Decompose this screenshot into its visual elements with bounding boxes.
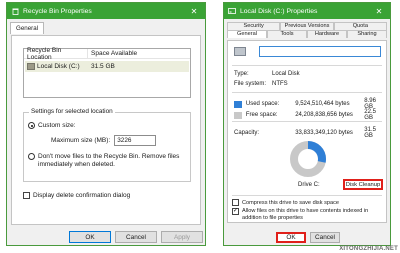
- ok-button[interactable]: OK: [69, 231, 111, 243]
- type-label: Type:: [234, 71, 249, 77]
- general-panel: Type: Local Disk File system: NTFS Used …: [227, 40, 387, 223]
- type-row: Type: Local Disk: [234, 71, 300, 77]
- window-title: Local Disk (C:) Properties: [240, 7, 318, 15]
- index-checkbox[interactable]: [232, 207, 239, 215]
- confirm-dialog-option[interactable]: Display delete confirmation dialog: [23, 192, 130, 199]
- recycle-bin-icon: [11, 8, 19, 15]
- drive-label: Drive C:: [298, 182, 320, 188]
- settings-group: Settings for selected location Custom si…: [23, 108, 191, 182]
- capacity-label: Capacity:: [234, 130, 260, 136]
- divider: [232, 65, 382, 66]
- filesystem-row: File system: NTFS: [234, 81, 288, 87]
- capacity-row: Capacity: 33,833,349,120 bytes 31.5 GB: [234, 127, 386, 139]
- tab-quota[interactable]: Quota: [333, 22, 387, 30]
- free-swatch: [234, 111, 242, 119]
- custom-size-option[interactable]: Custom size:: [28, 122, 76, 129]
- custom-size-label: Custom size:: [38, 122, 76, 129]
- tab-row-top: Security Previous Versions Quota: [227, 22, 387, 30]
- drive-icon: [228, 8, 236, 15]
- compress-option[interactable]: Compress this drive to save disk space: [232, 199, 339, 206]
- tab-hardware[interactable]: Hardware: [307, 30, 347, 38]
- max-size-label: Maximum size (MB):: [51, 137, 111, 144]
- capacity-gb: 31.5 GB: [364, 127, 376, 139]
- compress-checkbox[interactable]: [232, 199, 239, 206]
- cancel-button[interactable]: Cancel: [115, 231, 157, 243]
- free-label: Free space:: [245, 112, 278, 118]
- apply-button[interactable]: Apply: [161, 231, 203, 243]
- list-item[interactable]: Local Disk (C:) 31.5 GB: [25, 61, 189, 72]
- dont-move-option[interactable]: Don't move files to the Recycle Bin. Rem…: [28, 153, 188, 169]
- local-disk-properties-window: Local Disk (C:) Properties ✕ Security Pr…: [223, 2, 391, 246]
- max-size-row: Maximum size (MB): 3226: [51, 135, 157, 146]
- close-icon[interactable]: ✕: [187, 5, 201, 17]
- column-header-location[interactable]: Recycle Bin Location: [24, 47, 88, 61]
- close-icon[interactable]: ✕: [372, 5, 386, 17]
- tab-general[interactable]: General: [227, 30, 267, 38]
- dialog-buttons: OK Cancel: [276, 232, 340, 243]
- location-text: Local Disk (C:): [37, 63, 80, 70]
- watermark: XITONGZHIJIA.NET: [339, 246, 398, 252]
- dialog-buttons: OK Cancel Apply: [69, 231, 203, 243]
- index-label: Allow files on this drive to have conten…: [242, 208, 369, 221]
- tab-row-bottom: General Tools Hardware Sharing: [227, 30, 387, 38]
- location-list[interactable]: Recycle Bin Location Space Available Loc…: [23, 47, 191, 98]
- recycle-bin-titlebar: Recycle Bin Properties ✕: [7, 3, 205, 19]
- divider: [232, 92, 382, 93]
- tab-strip: General: [7, 19, 205, 34]
- confirm-dialog-checkbox[interactable]: [23, 192, 30, 199]
- custom-size-radio[interactable]: [28, 122, 35, 129]
- recycle-bin-properties-window: Recycle Bin Properties ✕ General Recycle…: [6, 2, 206, 246]
- tab-sharing[interactable]: Sharing: [347, 30, 387, 38]
- window-title: Recycle Bin Properties: [23, 7, 92, 15]
- general-panel: Recycle Bin Location Space Available Loc…: [11, 35, 201, 225]
- tab-general[interactable]: General: [10, 22, 45, 34]
- list-header: Recycle Bin Location Space Available: [24, 47, 190, 61]
- drive-name-input[interactable]: [259, 46, 381, 57]
- drive-large-icon: [234, 47, 246, 56]
- free-space-row: Free space: 24,208,838,656 bytes 22.5 GB: [234, 109, 386, 121]
- settings-group-label: Settings for selected location: [29, 108, 115, 115]
- ok-button[interactable]: OK: [276, 232, 306, 243]
- type-value: Local Disk: [272, 71, 300, 77]
- divider: [232, 121, 382, 122]
- used-bytes: 9,524,510,464 bytes: [295, 101, 350, 107]
- column-header-space[interactable]: Space Available: [88, 50, 137, 57]
- local-disk-titlebar: Local Disk (C:) Properties ✕: [224, 3, 390, 19]
- drive-icon: [27, 63, 35, 70]
- filesystem-label: File system:: [234, 81, 267, 87]
- compress-label: Compress this drive to save disk space: [242, 199, 339, 206]
- divider: [232, 195, 382, 196]
- used-swatch: [234, 100, 242, 108]
- used-label: Used space:: [245, 101, 280, 107]
- tab-security[interactable]: Security: [227, 22, 281, 30]
- index-option[interactable]: Allow files on this drive to have conten…: [232, 207, 384, 221]
- list-item-space: 31.5 GB: [91, 63, 115, 70]
- capacity-bytes: 33,833,349,120 bytes: [295, 130, 353, 136]
- disk-cleanup-button[interactable]: Disk Cleanup: [343, 179, 383, 190]
- filesystem-value: NTFS: [272, 81, 288, 87]
- max-size-input[interactable]: 3226: [114, 135, 157, 146]
- tab-tools[interactable]: Tools: [267, 30, 307, 38]
- free-gb: 22.5 GB: [364, 109, 376, 121]
- dont-move-radio[interactable]: [28, 153, 35, 160]
- list-item-location: Local Disk (C:): [25, 63, 88, 70]
- confirm-dialog-label: Display delete confirmation dialog: [33, 192, 131, 199]
- tab-previous-versions[interactable]: Previous Versions: [280, 22, 334, 30]
- dont-move-label: Don't move files to the Recycle Bin. Rem…: [38, 153, 180, 168]
- tab-strip: Security Previous Versions Quota General…: [227, 22, 387, 38]
- cancel-button[interactable]: Cancel: [310, 232, 340, 243]
- free-bytes: 24,208,838,656 bytes: [295, 112, 353, 118]
- disk-usage-donut: [290, 141, 326, 177]
